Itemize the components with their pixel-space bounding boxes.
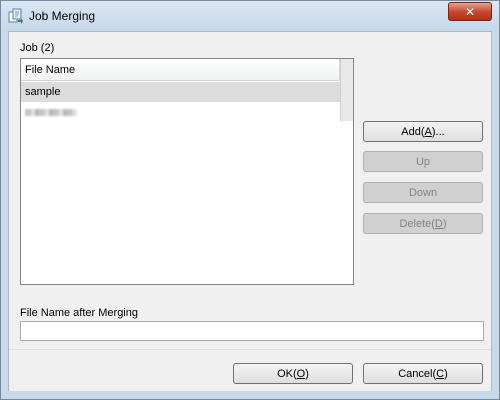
ok-accelerator-key: O [296, 367, 306, 380]
title-bar: Job Merging ✕ [1, 1, 499, 31]
file-name: sample [25, 86, 61, 98]
close-button[interactable]: ✕ [448, 2, 492, 21]
list-item[interactable] [21, 102, 340, 122]
down-button[interactable]: Down [363, 182, 483, 203]
cancel-button[interactable]: Cancel(C) [363, 363, 483, 384]
job-merging-icon [8, 8, 24, 24]
list-header: File Name [21, 59, 340, 81]
window-title: Job Merging [29, 9, 96, 23]
job-file-list[interactable]: File Name sample [20, 58, 354, 285]
add-button[interactable]: Add(A)... [363, 121, 483, 142]
cancel-accelerator-key: C [436, 367, 445, 380]
redacted-file-name [25, 109, 77, 116]
ok-button[interactable]: OK(O) [233, 363, 353, 384]
up-button[interactable]: Up [363, 151, 483, 172]
close-icon: ✕ [464, 4, 476, 19]
delete-accelerator-key: D [434, 217, 443, 230]
merged-file-name-label: File Name after Merging [20, 307, 138, 319]
add-accelerator-key: A [424, 125, 432, 138]
vertical-scrollbar[interactable] [340, 59, 353, 121]
button-bar: OK(O) Cancel(C) [9, 349, 491, 391]
dialog-body: Job (2) File Name sample Add(A)... Up Do… [8, 31, 492, 391]
list-item[interactable]: sample [21, 82, 340, 102]
column-header-file-name[interactable]: File Name [25, 64, 75, 76]
merged-file-name-input[interactable] [20, 321, 484, 341]
job-list-label: Job (2) [20, 42, 55, 54]
job-merging-dialog: Job Merging ✕ Job (2) File Name sample A… [0, 0, 500, 400]
delete-button[interactable]: Delete(D) [363, 213, 483, 234]
